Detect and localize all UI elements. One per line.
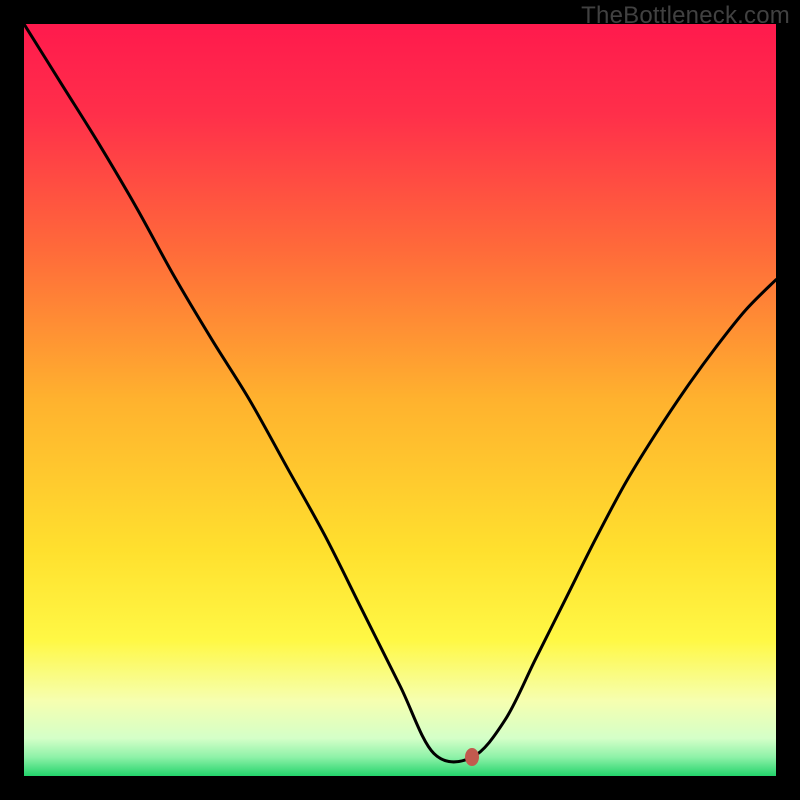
gradient-background (24, 24, 776, 776)
watermark-text: TheBottleneck.com (581, 2, 790, 30)
bottleneck-chart (24, 24, 776, 776)
plot-area (24, 24, 776, 776)
bottleneck-marker (465, 748, 479, 766)
chart-frame: TheBottleneck.com (0, 0, 800, 800)
